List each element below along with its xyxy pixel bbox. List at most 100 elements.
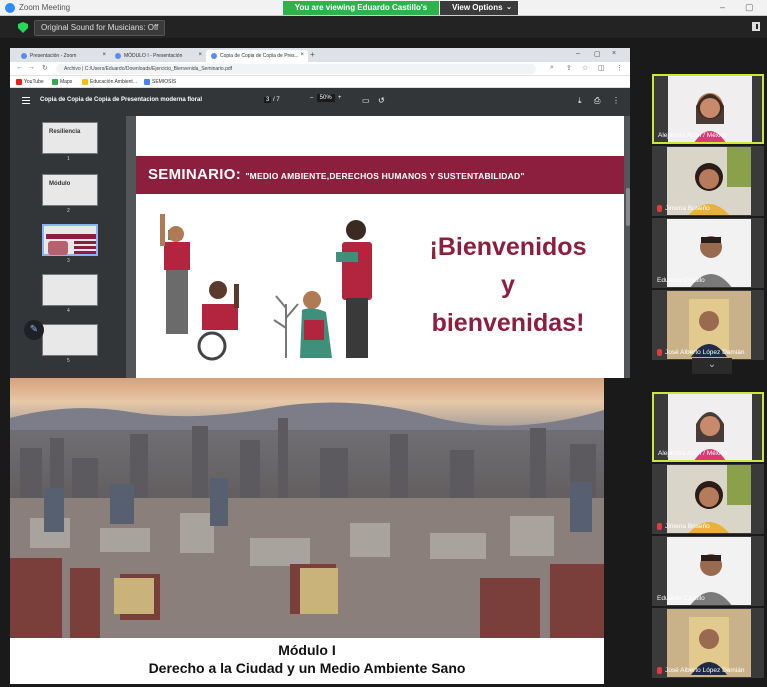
tab-label: Presentación - Zoom: [30, 53, 77, 59]
browser-tab-active[interactable]: Copia de Copia de Copia de Pres... ×: [206, 50, 308, 62]
muted-mic-icon: [657, 205, 662, 212]
close-icon[interactable]: ×: [102, 52, 106, 58]
thumbnail-number: 4: [67, 308, 70, 314]
page-thumbnail[interactable]: Módulo: [42, 174, 98, 206]
participant-tile[interactable]: José Alberto López Damián: [652, 290, 764, 360]
pdf-zoom-control[interactable]: – 50% +: [310, 94, 342, 102]
page-thumbnail-selected[interactable]: [42, 224, 98, 256]
participant-name: José Alberto López Damián: [665, 349, 745, 356]
zoom-level[interactable]: 50%: [316, 94, 335, 102]
thumbnail-text: [74, 241, 96, 244]
original-sound-button[interactable]: Original Sound for Musicians: Off: [34, 20, 166, 36]
new-tab-icon[interactable]: +: [310, 50, 315, 59]
slide-page: SEMINARIO: "MEDIO AMBIENTE,DERECHOS HUMA…: [136, 116, 624, 378]
address-bar[interactable]: Archivo | C:/Users/Eduardo/Downloads/Eje…: [56, 64, 536, 74]
thumbnail-number: 2: [67, 208, 70, 214]
muted-mic-icon: [657, 523, 662, 530]
chrome-minimize-icon[interactable]: –: [576, 50, 580, 57]
participant-name: Eduardo Castillo: [657, 277, 705, 284]
thumbnail-number: 1: [67, 156, 70, 162]
annotate-pen-icon[interactable]: ✎: [24, 320, 44, 340]
pdf-canvas: SEMINARIO: "MEDIO AMBIENTE,DERECHOS HUMA…: [126, 116, 630, 378]
pdf-page-indicator[interactable]: 3 / 7: [264, 97, 280, 103]
participant-tile[interactable]: José Alberto López Damián: [652, 608, 764, 678]
chrome-maximize-icon[interactable]: ▢: [594, 50, 601, 58]
pdf-menu-icon[interactable]: [22, 97, 30, 104]
page-thumbnail[interactable]: [42, 324, 98, 356]
zoom-window: Zoom Meeting You are viewing Eduardo Cas…: [0, 0, 767, 687]
pdf-toolbar: Copia de Copia de Copia de Presentacion …: [10, 88, 630, 116]
participant-tile[interactable]: Eduardo Castillo: [652, 218, 764, 288]
thumbnail-number: 3: [67, 258, 70, 264]
bookmarks-bar: YouTube Maps Educación Ambient... SEMIOS…: [10, 76, 630, 88]
video-caption: Módulo I Derecho a la Ciudad y un Medio …: [10, 638, 604, 684]
chevron-down-icon[interactable]: ⌄: [692, 358, 732, 374]
chevron-down-icon: ⌄: [506, 4, 512, 11]
participant-name: Alejandra Atzin / México: [658, 450, 728, 457]
screen-share-banner: You are viewing Eduardo Castillo's scree…: [283, 1, 439, 26]
participant-tile[interactable]: Alejandra Atzin / México: [652, 392, 764, 462]
print-icon[interactable]: ⎙: [594, 96, 600, 106]
app-title: Zoom Meeting: [19, 3, 71, 12]
welcome-message: ¡Bienvenidos y bienvenidas!: [398, 228, 618, 342]
browser-tab[interactable]: MÓDULO I - Presentación ×: [110, 50, 206, 62]
pdf-scrollbar[interactable]: [626, 188, 630, 226]
participant-tile[interactable]: Jimena Briseño: [652, 146, 764, 216]
participant-tile[interactable]: Eduardo Castillo: [652, 536, 764, 606]
muted-mic-icon: [657, 349, 662, 356]
zoom-out-icon[interactable]: –: [310, 95, 317, 101]
gallery-layout-icon[interactable]: [752, 22, 760, 31]
browser-address-row: ← → ↻ Archivo | C:/Users/Eduardo/Downloa…: [10, 62, 630, 76]
zoom-lens-icon[interactable]: ⌕: [550, 64, 554, 72]
bookmark-item[interactable]: YouTube: [16, 79, 44, 85]
muted-mic-icon: [657, 667, 662, 674]
rotate-icon[interactable]: ↺: [378, 96, 385, 105]
title-bar: Zoom Meeting You are viewing Eduardo Cas…: [0, 0, 767, 26]
bookmark-item[interactable]: SEMIOSIS: [144, 79, 176, 85]
shared-video-feed: Módulo I Derecho a la Ciudad y un Medio …: [10, 378, 604, 684]
extensions-icon[interactable]: ◫: [598, 64, 605, 72]
participant-tile[interactable]: Alejandra Atzin / México: [652, 74, 764, 144]
thumbnail-title: Resiliencia: [49, 129, 81, 135]
caption-module: Módulo I: [278, 642, 336, 658]
minimize-button[interactable]: –: [720, 2, 725, 12]
share-icon[interactable]: ⇪: [566, 64, 572, 72]
download-icon[interactable]: ⤓: [578, 96, 582, 106]
welcome-line: ¡Bienvenidos: [429, 233, 587, 261]
bookmark-star-icon[interactable]: ☆: [582, 64, 588, 72]
page-current[interactable]: 3: [264, 97, 272, 103]
participant-name: Jimena Briseño: [665, 523, 710, 530]
zoom-logo-icon: [5, 3, 15, 13]
pdf-more-icon[interactable]: ⋮: [612, 96, 620, 105]
shared-screen: Presentación - Zoom × MÓDULO I - Presenta…: [10, 48, 630, 378]
chrome-menu-icon[interactable]: ⋮: [616, 64, 623, 72]
maximize-button[interactable]: ▢: [745, 2, 754, 13]
page-thumbnail[interactable]: [42, 274, 98, 306]
chrome-close-icon[interactable]: ×: [612, 50, 616, 57]
welcome-line: bienvenidas!: [431, 309, 585, 337]
bookmark-item[interactable]: Educación Ambient...: [82, 79, 137, 85]
thumbnail-figures: [48, 241, 68, 255]
page-thumbnail[interactable]: Resiliencia: [42, 122, 98, 154]
pdf-document-title: Copia de Copia de Copia de Presentacion …: [40, 97, 203, 103]
close-icon[interactable]: ×: [198, 52, 202, 58]
forward-icon[interactable]: →: [28, 64, 35, 71]
back-icon[interactable]: ←: [16, 64, 23, 71]
welcome-line: y: [501, 271, 515, 299]
participant-tile[interactable]: Jimena Briseño: [652, 464, 764, 534]
seminar-banner: SEMINARIO: "MEDIO AMBIENTE,DERECHOS HUMA…: [136, 156, 624, 194]
page-total: / 7: [273, 97, 280, 103]
browser-tab[interactable]: Presentación - Zoom ×: [16, 50, 110, 62]
people-illustration: [160, 214, 372, 361]
zoom-in-icon[interactable]: +: [335, 95, 342, 101]
thumbnail-band: [46, 234, 96, 239]
participant-name: Eduardo Castillo: [657, 595, 705, 602]
bookmark-item[interactable]: Maps: [52, 79, 72, 85]
reload-icon[interactable]: ↻: [42, 64, 48, 72]
tab-label: Copia de Copia de Copia de Pres...: [220, 53, 299, 59]
browser-tab-strip: Presentación - Zoom × MÓDULO I - Presenta…: [10, 48, 630, 62]
participant-name: José Alberto López Damián: [665, 667, 745, 674]
close-icon[interactable]: ×: [300, 52, 304, 58]
view-options-button[interactable]: View Options ⌄: [440, 1, 518, 15]
fit-page-icon[interactable]: ▭: [362, 96, 370, 105]
